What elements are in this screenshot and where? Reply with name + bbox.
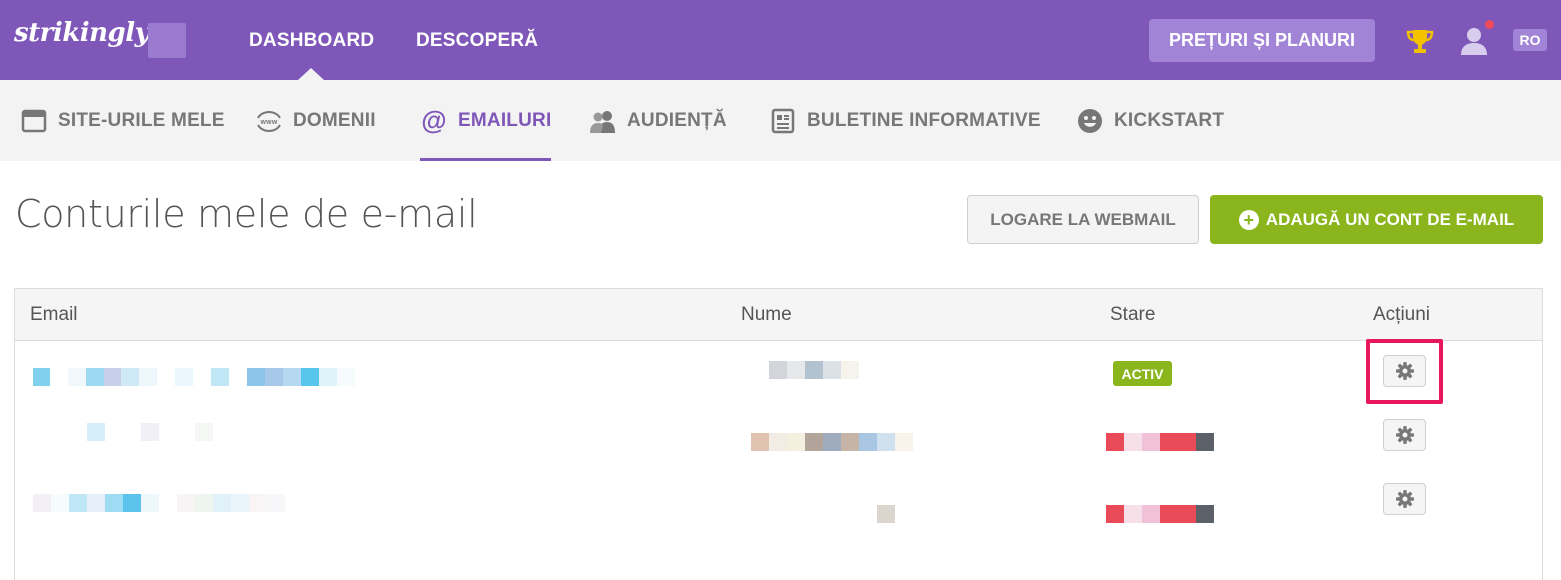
redacted-name: [877, 505, 895, 523]
redacted-status: [1106, 433, 1214, 451]
status-badge: ACTIV: [1113, 361, 1172, 386]
column-header-actions: Acțiuni: [1373, 304, 1431, 325]
tab-label: DOMENII: [293, 109, 376, 131]
sub-navigation: SITE-URILE MELE www DOMENII @ EMAILURI A…: [0, 80, 1561, 161]
user-icon[interactable]: [1458, 25, 1490, 55]
account-settings-button[interactable]: [1383, 483, 1426, 515]
newsletter-icon: [769, 107, 797, 135]
browser-window-icon: [20, 107, 48, 135]
top-bar: strikingly DASHBOARD DESCOPERĂ PREȚURI Ș…: [0, 0, 1561, 80]
tab-audience[interactable]: AUDIENȚĂ: [589, 80, 727, 161]
tab-emails[interactable]: @ EMAILURI: [420, 80, 552, 161]
tab-label: BULETINE INFORMATIVE: [807, 109, 1041, 131]
nav-dashboard[interactable]: DASHBOARD: [249, 30, 374, 52]
notification-dot: [1485, 20, 1494, 29]
nav-discover[interactable]: DESCOPERĂ: [416, 30, 538, 52]
at-sign-icon: @: [421, 105, 447, 135]
redacted-name: [769, 361, 859, 379]
www-globe-icon: www: [255, 107, 283, 135]
page-title: Conturile mele de e-mail: [15, 192, 478, 236]
tab-label: SITE-URILE MELE: [58, 109, 225, 131]
tab-domains[interactable]: www DOMENII: [255, 80, 376, 161]
redacted-email: [33, 368, 355, 386]
plus-circle-icon: +: [1238, 209, 1259, 230]
highlight-box: [1366, 339, 1443, 404]
gear-icon: [1395, 426, 1414, 444]
svg-text:www: www: [260, 119, 278, 126]
site-thumbnail[interactable]: [148, 23, 186, 58]
tab-label: EMAILURI: [458, 109, 552, 131]
tab-label: KICKSTART: [1114, 109, 1225, 131]
column-header-email: Email: [30, 304, 78, 325]
gear-icon: [1395, 490, 1414, 508]
redacted-status: [1106, 505, 1214, 523]
account-settings-button[interactable]: [1383, 419, 1426, 451]
tab-newsletters[interactable]: BULETINE INFORMATIVE: [769, 80, 1041, 161]
tab-kickstart[interactable]: KICKSTART: [1076, 80, 1224, 161]
pricing-button[interactable]: PREȚURI ȘI PLANURI: [1149, 19, 1375, 62]
webmail-login-button[interactable]: LOGARE LA WEBMAIL: [967, 195, 1199, 244]
add-email-account-label: ADAUGĂ UN CONT DE E-MAIL: [1265, 209, 1515, 229]
logo[interactable]: strikingly: [14, 18, 150, 48]
redacted-email: [33, 494, 285, 512]
add-email-account-button[interactable]: + ADAUGĂ UN CONT DE E-MAIL: [1210, 195, 1543, 244]
tab-label: AUDIENȚĂ: [627, 109, 727, 131]
language-selector[interactable]: RO: [1513, 29, 1547, 51]
redacted-name: [751, 433, 913, 451]
active-nav-caret: [298, 68, 324, 80]
tab-my-sites[interactable]: SITE-URILE MELE: [20, 80, 225, 161]
column-header-name: Nume: [741, 304, 792, 325]
people-icon: [589, 107, 617, 135]
table-header: Email Nume Stare Acțiuni: [15, 289, 1542, 341]
smiley-icon: [1076, 107, 1104, 135]
redacted-email: [87, 423, 213, 441]
column-header-status: Stare: [1110, 304, 1156, 325]
trophy-icon[interactable]: [1405, 26, 1435, 56]
